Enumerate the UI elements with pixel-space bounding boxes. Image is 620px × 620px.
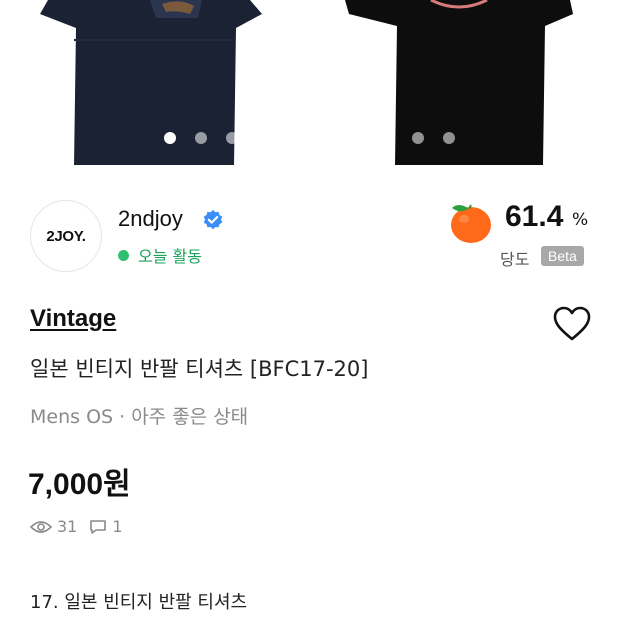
pagination-dot[interactable] xyxy=(164,132,176,144)
brand-link[interactable]: Vintage xyxy=(30,305,116,333)
pagination-dot[interactable] xyxy=(412,132,424,144)
pagination-dot[interactable] xyxy=(350,132,362,144)
pagination-dot[interactable] xyxy=(288,132,300,144)
pagination-dot[interactable] xyxy=(381,132,393,144)
pagination-dot[interactable] xyxy=(319,132,331,144)
pagination-dot[interactable] xyxy=(226,132,238,144)
online-status-icon xyxy=(118,249,129,261)
avatar-logo-text: 2JOY. xyxy=(46,227,86,245)
chat-count: 1 xyxy=(112,517,123,536)
seller-avatar[interactable]: 2JOY. xyxy=(30,200,102,272)
tangerine-icon xyxy=(451,204,491,243)
pagination-dot[interactable] xyxy=(257,132,269,144)
eye-icon xyxy=(30,520,52,533)
beta-badge: Beta xyxy=(541,246,584,266)
product-price: 7,000원 xyxy=(28,468,131,501)
chat-icon xyxy=(90,519,107,534)
product-description: 17. 일본 빈티지 반팔 티셔츠 xyxy=(30,592,248,613)
seller-name[interactable]: 2ndjoy xyxy=(118,206,183,232)
pagination-dot[interactable] xyxy=(443,132,455,144)
seller-activity: 오늘 활동 xyxy=(118,243,202,267)
product-stats: 31 1 xyxy=(30,517,135,536)
sweetness-label: 당도 xyxy=(500,250,530,269)
pagination-dot[interactable] xyxy=(195,132,207,144)
sweetness-unit: % xyxy=(572,210,589,230)
product-image-gallery[interactable] xyxy=(0,0,620,165)
heart-icon[interactable] xyxy=(553,306,591,342)
product-title: 일본 빈티지 반팔 티셔츠 [BFC17-20] xyxy=(30,357,369,381)
view-count: 31 xyxy=(57,517,78,536)
product-meta: Mens OS · 아주 좋은 상태 xyxy=(30,406,249,428)
sweetness-score: 61.4 xyxy=(505,200,564,233)
gallery-pagination xyxy=(0,130,620,146)
activity-text: 오늘 활동 xyxy=(138,247,202,266)
verified-badge-icon xyxy=(203,210,223,230)
